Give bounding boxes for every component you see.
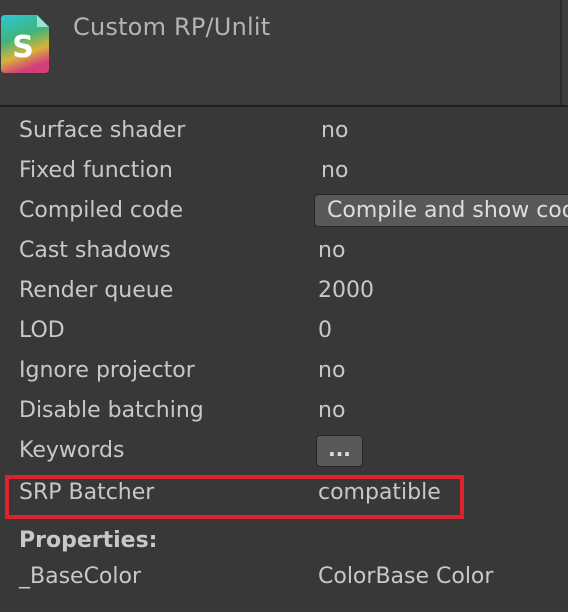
shader-header: S Custom RP/Unlit bbox=[0, 0, 568, 107]
shader-title: Custom RP/Unlit bbox=[73, 13, 271, 41]
header-divider bbox=[560, 0, 562, 105]
ellipsis-label: ... bbox=[328, 437, 351, 461]
compile-button-label: Compile and show code bbox=[327, 198, 568, 223]
fixed-function-value: no bbox=[321, 158, 349, 183]
property-name: _BaseColor bbox=[19, 564, 142, 589]
keywords-ellipsis-button[interactable]: ... bbox=[316, 435, 363, 467]
compile-and-show-code-button[interactable]: Compile and show code bbox=[314, 194, 568, 227]
srp-batcher-value: compatible bbox=[318, 480, 441, 505]
surface-shader-value: no bbox=[321, 118, 349, 143]
surface-shader-label: Surface shader bbox=[19, 118, 186, 143]
render-queue-label: Render queue bbox=[19, 278, 174, 303]
cast-shadows-label: Cast shadows bbox=[19, 238, 171, 263]
compiled-code-label: Compiled code bbox=[19, 198, 183, 223]
disable-batching-label: Disable batching bbox=[19, 398, 204, 423]
keywords-label: Keywords bbox=[19, 438, 125, 463]
srp-batcher-label: SRP Batcher bbox=[19, 480, 155, 505]
shader-icon-letter: S bbox=[12, 30, 34, 65]
ignore-projector-value: no bbox=[318, 358, 346, 383]
property-value: ColorBase Color bbox=[318, 564, 494, 589]
disable-batching-value: no bbox=[318, 398, 346, 423]
cast-shadows-value: no bbox=[318, 238, 346, 263]
render-queue-value: 2000 bbox=[318, 278, 374, 303]
lod-value: 0 bbox=[318, 318, 332, 343]
shader-file-icon: S bbox=[1, 15, 49, 73]
lod-label: LOD bbox=[19, 318, 65, 343]
ignore-projector-label: Ignore projector bbox=[19, 358, 195, 383]
fixed-function-label: Fixed function bbox=[19, 158, 173, 183]
properties-heading: Properties: bbox=[19, 528, 158, 553]
